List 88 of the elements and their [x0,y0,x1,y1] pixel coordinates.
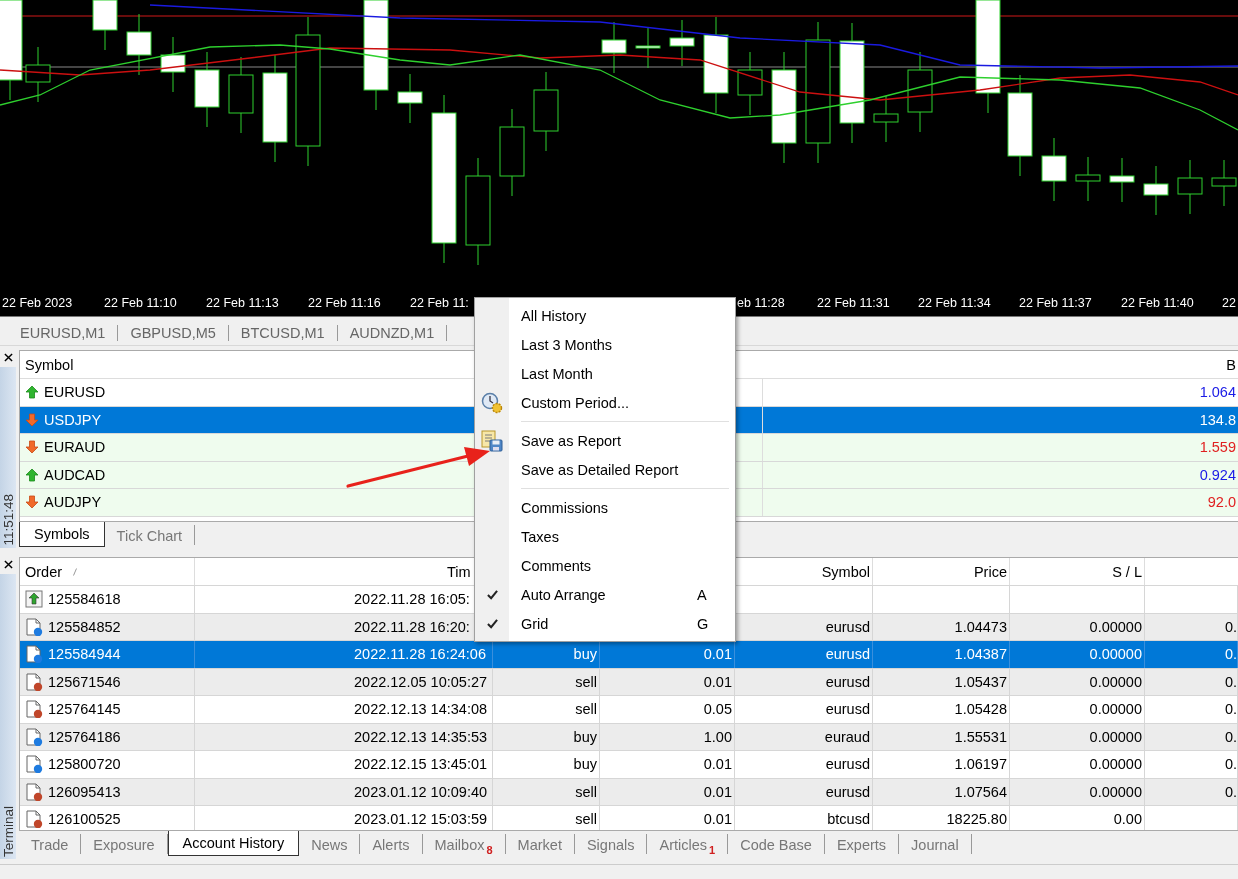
bid-price: 92.0 [1207,494,1236,511]
order-number: 125584618 [48,591,121,608]
order-symbol: eurusd [825,756,870,773]
order-number: 126100525 [48,811,121,828]
take-profit: 0. [1224,701,1237,718]
order-time: 2022.11.28 16:24:06 [354,646,486,663]
order-symbol: eurusd [825,673,870,690]
order-symbol: euraud [824,728,870,745]
order-volume: 0.05 [703,701,732,718]
order-number: 125764186 [48,728,121,745]
order-price: 1.05437 [954,673,1007,690]
time-axis-label: 22 Feb 11:13 [206,296,279,310]
take-profit: 0. [1224,783,1237,800]
time-axis-label: 22 Feb 11: [410,296,469,310]
stop-loss: 0.00000 [1089,646,1142,663]
order-price: 1.07564 [954,783,1007,800]
time-axis-label: 22 Feb 11:16 [308,296,381,310]
order-number: 126095413 [48,783,121,800]
symbol-name: AUDCAD [44,466,106,483]
order-time: 2022.12.05 10:05:27 [354,673,488,690]
time-axis-label: 22 Feb 11:34 [918,296,991,310]
stop-loss: 0.00 [1113,811,1142,828]
order-time: 2022.12.13 14:35:53 [354,728,488,745]
stop-loss: 0.00000 [1089,783,1142,800]
time-axis-label: 22 Feb 11:31 [817,296,890,310]
time-axis-label: 22 Feb 2023 [2,296,73,310]
order-price: 1.05428 [954,701,1007,718]
order-price: 18225.80 [946,811,1007,828]
symbol-name: EURAUD [44,439,106,456]
bid-price: 1.064 [1199,384,1236,401]
order-type: buy [573,756,597,773]
shortcut-key: A [697,586,707,603]
order-number: 125800720 [48,756,121,773]
take-profit: 0. [1224,673,1237,690]
order-number: 125584944 [48,646,121,663]
take-profit: 0. [1224,728,1237,745]
order-symbol: eurusd [825,618,870,635]
order-volume: 0.01 [703,646,732,663]
order-price: 1.06197 [954,756,1007,773]
order-symbol: btcusd [827,811,870,828]
order-time: 2022.12.15 13:45:01 [354,756,488,773]
order-type: buy [573,728,597,745]
order-number: 125671546 [48,673,121,690]
bid-price: 134.8 [1199,411,1236,428]
order-type: sell [575,783,597,800]
order-type: buy [573,646,597,663]
order-volume: 0.01 [703,811,732,828]
time-axis-label: 22 Feb 11:37 [1019,296,1092,310]
order-number: 125764145 [48,701,121,718]
order-price: 1.04473 [954,618,1007,635]
order-volume: 0.01 [703,756,732,773]
order-type: sell [575,701,597,718]
order-type: sell [575,811,597,828]
order-price: 1.04387 [954,646,1007,663]
order-time: 2022.12.13 14:34:08 [354,701,488,718]
time-axis-label: 22 Feb 11:10 [104,296,177,310]
order-type: sell [575,673,597,690]
clock-label: 11:51:48 [0,493,16,548]
order-volume: 0.01 [703,783,732,800]
order-time: 2023.01.12 15:03:59 [354,811,488,828]
stop-loss: 0.00000 [1089,673,1142,690]
take-profit: 0. [1224,646,1237,663]
panel-title: Terminal [0,805,16,859]
time-axis-label: eb 11:28 [737,296,785,310]
stop-loss: 0.00000 [1089,701,1142,718]
bid-price: 0.924 [1199,466,1236,483]
time-axis-label: 22 Feb 11:40 [1121,296,1194,310]
symbol-name: AUDJPY [44,494,102,511]
order-time: 2022.11.28 16:20: [354,618,470,635]
bid-price: 1.559 [1199,439,1236,456]
symbol-name: USDJPY [44,411,102,428]
order-price: 1.55531 [954,728,1007,745]
take-profit: 0. [1224,756,1237,773]
order-time: 2023.01.12 10:09:40 [354,783,488,800]
stop-loss: 0.00000 [1089,618,1142,635]
order-symbol: eurusd [825,701,870,718]
order-volume: 1.00 [703,728,732,745]
shortcut-key: G [697,615,709,632]
time-axis-label: 22 [1222,296,1236,310]
order-number: 125584852 [48,618,121,635]
stop-loss: 0.00000 [1089,756,1142,773]
symbol-name: EURUSD [44,384,106,401]
order-symbol: eurusd [825,646,870,663]
order-volume: 0.01 [703,673,732,690]
take-profit: 0. [1224,618,1237,635]
order-symbol: eurusd [825,783,870,800]
stop-loss: 0.00000 [1089,728,1142,745]
order-time: 2022.11.28 16:05: [354,591,470,608]
